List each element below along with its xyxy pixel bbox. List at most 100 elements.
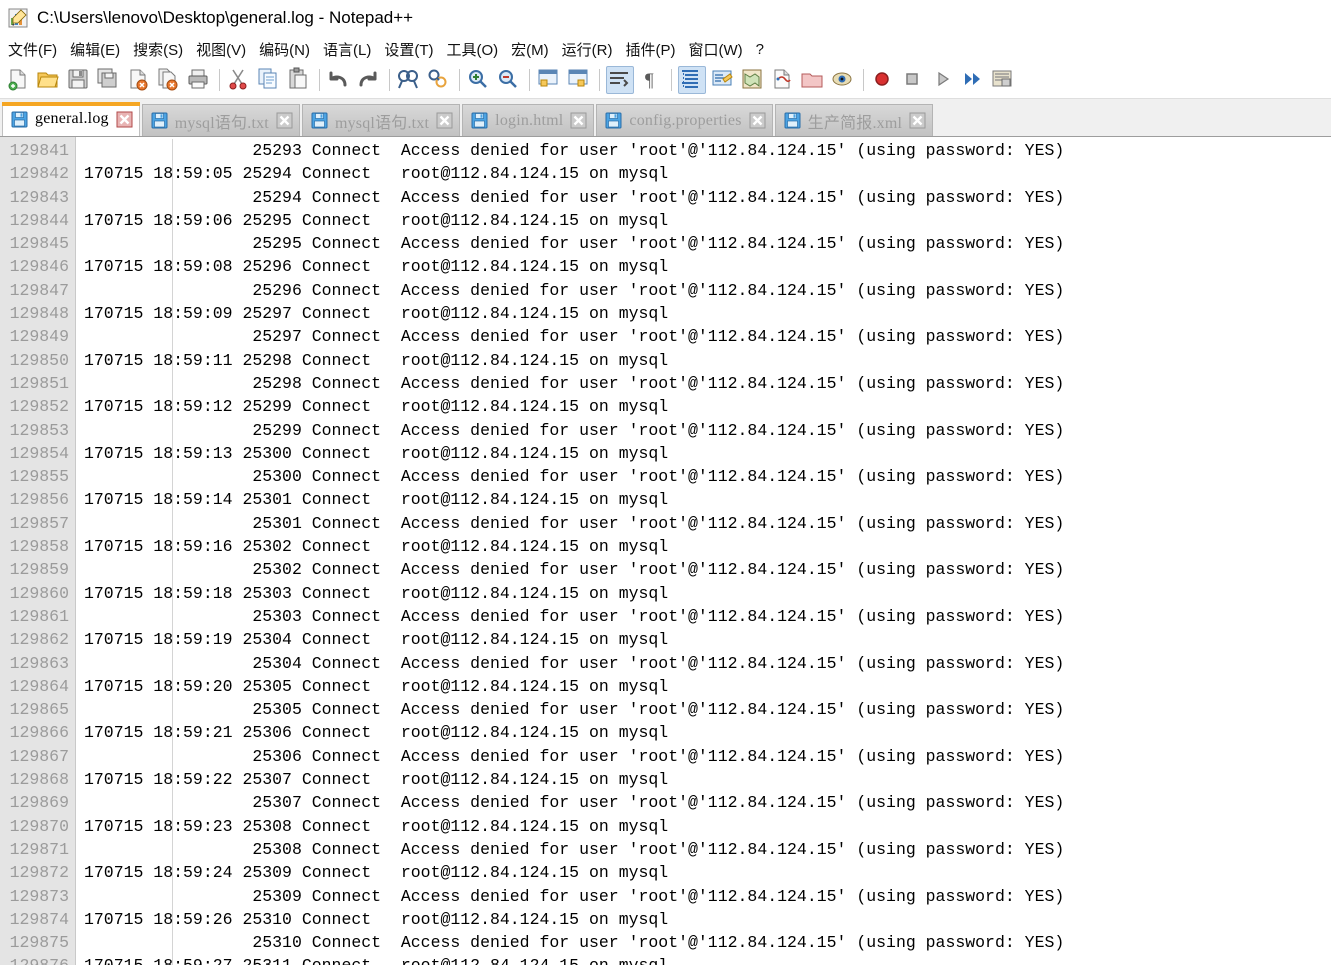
menu-file[interactable]: 文件(F) bbox=[8, 38, 64, 61]
code-line[interactable]: 25297 Connect Access denied for user 'ro… bbox=[84, 325, 1331, 348]
tab-mysql-statements-2[interactable]: mysql语句.txt bbox=[301, 104, 461, 136]
zoom-out-icon[interactable] bbox=[496, 67, 522, 93]
zoom-in-icon[interactable] bbox=[466, 67, 492, 93]
line-number: 129858 bbox=[9, 537, 69, 557]
editor-pane[interactable]: 129841 129842 129843 129844 129845 129846 1298… bbox=[0, 137, 1331, 965]
code-line[interactable]: 170715 18:59:24 25309 Connect root@112.8… bbox=[84, 861, 1331, 884]
tab-mysql-statements-1[interactable]: mysql语句.txt bbox=[141, 104, 300, 136]
code-line[interactable]: 25303 Connect Access denied for user 'ro… bbox=[84, 605, 1331, 628]
tab-close-icon[interactable] bbox=[570, 112, 587, 129]
code-line[interactable]: 25310 Connect Access denied for user 'ro… bbox=[84, 931, 1331, 954]
code-line[interactable]: 170715 18:59:05 25294 Connect root@112.8… bbox=[84, 162, 1331, 185]
code-line[interactable]: 170715 18:59:16 25302 Connect root@112.8… bbox=[84, 535, 1331, 558]
tab-close-icon[interactable] bbox=[749, 112, 766, 129]
code-line[interactable]: 170715 18:59:11 25298 Connect root@112.8… bbox=[84, 349, 1331, 372]
code-line[interactable]: 170715 18:59:09 25297 Connect root@112.8… bbox=[84, 302, 1331, 325]
code-line[interactable]: 170715 18:59:14 25301 Connect root@112.8… bbox=[84, 488, 1331, 511]
save-icon[interactable] bbox=[66, 67, 92, 93]
tab-close-icon[interactable] bbox=[436, 112, 453, 129]
menu-tools[interactable]: 工具(O) bbox=[446, 38, 505, 61]
code-line[interactable]: 25308 Connect Access denied for user 'ro… bbox=[84, 838, 1331, 861]
redo-icon[interactable] bbox=[356, 67, 382, 93]
code-line[interactable]: 25294 Connect Access denied for user 'ro… bbox=[84, 186, 1331, 209]
function-list-icon[interactable] bbox=[770, 67, 796, 93]
show-all-characters-icon[interactable]: ¶ bbox=[638, 67, 664, 93]
line-number: 129857 bbox=[9, 513, 69, 533]
stop-macro-icon[interactable] bbox=[900, 67, 926, 93]
code-line[interactable]: 25307 Connect Access denied for user 'ro… bbox=[84, 791, 1331, 814]
menu-encoding[interactable]: 编码(N) bbox=[259, 38, 317, 61]
save-macro-icon[interactable] bbox=[990, 67, 1016, 93]
play-macro-icon[interactable] bbox=[930, 67, 956, 93]
code-line[interactable]: 170715 18:59:22 25307 Connect root@112.8… bbox=[84, 768, 1331, 791]
tab-close-icon[interactable] bbox=[276, 112, 293, 129]
close-file-icon[interactable] bbox=[126, 67, 152, 93]
tab-login-html[interactable]: login.html bbox=[462, 104, 595, 136]
monitoring-icon[interactable] bbox=[830, 67, 856, 93]
code-line[interactable]: 25295 Connect Access denied for user 'ro… bbox=[84, 232, 1331, 255]
menu-view[interactable]: 视图(V) bbox=[196, 38, 253, 61]
sync-vertical-scroll-icon[interactable] bbox=[536, 67, 562, 93]
copy-icon[interactable] bbox=[256, 67, 282, 93]
menu-help[interactable]: ? bbox=[756, 40, 771, 59]
print-icon[interactable] bbox=[186, 67, 212, 93]
run-macro-multiple-icon[interactable] bbox=[960, 67, 986, 93]
document-map-icon[interactable] bbox=[740, 67, 766, 93]
menu-search[interactable]: 搜索(S) bbox=[133, 38, 190, 61]
folder-as-workspace-icon[interactable] bbox=[800, 67, 826, 93]
svg-text:¶: ¶ bbox=[645, 70, 654, 91]
code-line[interactable]: 170715 18:59:26 25310 Connect root@112.8… bbox=[84, 908, 1331, 931]
undo-icon[interactable] bbox=[326, 67, 352, 93]
line-number: 129869 bbox=[9, 793, 69, 813]
code-line[interactable]: 25301 Connect Access denied for user 'ro… bbox=[84, 512, 1331, 535]
record-macro-icon[interactable] bbox=[870, 67, 896, 93]
open-file-icon[interactable] bbox=[36, 67, 62, 93]
code-line[interactable]: 170715 18:59:27 25311 Connect root@112.8… bbox=[84, 954, 1331, 965]
menu-settings[interactable]: 设置(T) bbox=[384, 38, 440, 61]
menu-language[interactable]: 语言(L) bbox=[323, 38, 378, 61]
code-line[interactable]: 25293 Connect Access denied for user 'ro… bbox=[84, 139, 1331, 162]
menu-edit[interactable]: 编辑(E) bbox=[70, 38, 127, 61]
line-number: 129850 bbox=[9, 350, 69, 370]
code-line[interactable]: 25306 Connect Access denied for user 'ro… bbox=[84, 745, 1331, 768]
code-line[interactable]: 170715 18:59:21 25306 Connect root@112.8… bbox=[84, 721, 1331, 744]
close-all-files-icon[interactable] bbox=[156, 67, 182, 93]
cut-icon[interactable] bbox=[226, 67, 252, 93]
code-line[interactable]: 25296 Connect Access denied for user 'ro… bbox=[84, 279, 1331, 302]
new-file-icon[interactable] bbox=[6, 67, 32, 93]
code-line[interactable]: 170715 18:59:23 25308 Connect root@112.8… bbox=[84, 815, 1331, 838]
menu-run[interactable]: 运行(R) bbox=[562, 38, 620, 61]
tab-production-briefing-xml[interactable]: 生产简报.xml bbox=[774, 104, 934, 136]
sync-horizontal-scroll-icon[interactable] bbox=[566, 67, 592, 93]
tab-general-log[interactable]: general.log bbox=[2, 102, 140, 136]
menu-macro[interactable]: 宏(M) bbox=[511, 38, 556, 61]
code-line[interactable]: 25309 Connect Access denied for user 'ro… bbox=[84, 885, 1331, 908]
code-line[interactable]: 170715 18:59:19 25304 Connect root@112.8… bbox=[84, 628, 1331, 651]
indent-guideline-icon[interactable] bbox=[678, 66, 706, 94]
tab-close-icon[interactable] bbox=[116, 111, 133, 128]
menu-window[interactable]: 窗口(W) bbox=[688, 38, 749, 61]
code-line[interactable]: 25299 Connect Access denied for user 'ro… bbox=[84, 419, 1331, 442]
code-line[interactable]: 170715 18:59:18 25303 Connect root@112.8… bbox=[84, 582, 1331, 605]
menu-plugins[interactable]: 插件(P) bbox=[625, 38, 682, 61]
code-line[interactable]: 170715 18:59:06 25295 Connect root@112.8… bbox=[84, 209, 1331, 232]
tab-close-icon[interactable] bbox=[909, 112, 926, 129]
code-line[interactable]: 25298 Connect Access denied for user 'ro… bbox=[84, 372, 1331, 395]
user-defined-language-icon[interactable] bbox=[710, 67, 736, 93]
code-line[interactable]: 170715 18:59:20 25305 Connect root@112.8… bbox=[84, 675, 1331, 698]
code-line[interactable]: 170715 18:59:12 25299 Connect root@112.8… bbox=[84, 395, 1331, 418]
code-line[interactable]: 25304 Connect Access denied for user 'ro… bbox=[84, 652, 1331, 675]
code-line[interactable]: 25300 Connect Access denied for user 'ro… bbox=[84, 465, 1331, 488]
line-number: 129844 bbox=[9, 210, 69, 230]
find-icon[interactable] bbox=[396, 67, 422, 93]
code-line[interactable]: 25305 Connect Access denied for user 'ro… bbox=[84, 698, 1331, 721]
code-line[interactable]: 170715 18:59:13 25300 Connect root@112.8… bbox=[84, 442, 1331, 465]
code-line[interactable]: 25302 Connect Access denied for user 'ro… bbox=[84, 558, 1331, 581]
word-wrap-icon[interactable] bbox=[606, 66, 634, 94]
save-all-icon[interactable] bbox=[96, 67, 122, 93]
paste-icon[interactable] bbox=[286, 67, 312, 93]
tab-config-properties[interactable]: config.properties bbox=[596, 104, 773, 136]
code-text-area[interactable]: 25293 Connect Access denied for user 'ro… bbox=[76, 137, 1331, 965]
code-line[interactable]: 170715 18:59:08 25296 Connect root@112.8… bbox=[84, 255, 1331, 278]
replace-icon[interactable] bbox=[426, 67, 452, 93]
